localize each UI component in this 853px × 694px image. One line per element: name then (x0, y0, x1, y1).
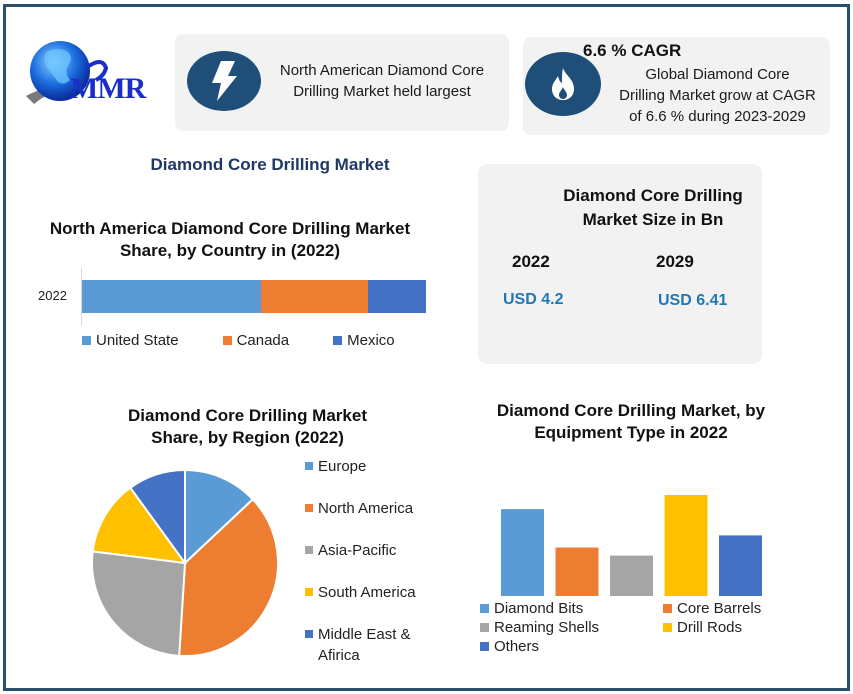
legend-swatch (663, 623, 672, 632)
legend-label-line: Europe (318, 458, 367, 475)
legend-item: Core Barrels (663, 600, 761, 617)
legend-swatch (222, 336, 232, 345)
legend-item: Others (480, 638, 539, 655)
legend-label: Others (494, 638, 540, 655)
legend-label: Mexico (347, 332, 395, 349)
legend-label: Reaming Shells (494, 619, 600, 636)
equipment-bar-chart (501, 495, 762, 596)
legend-swatch (480, 623, 489, 632)
legend-swatch (305, 630, 313, 638)
bar-segment-canada (260, 280, 368, 313)
region-pie-chart (91, 468, 279, 657)
legend-label-line: South America (318, 584, 416, 601)
highlight-line: Drilling Market held largest (293, 83, 471, 100)
bar-others (719, 535, 762, 596)
legend-item: Reaming Shells (480, 619, 599, 636)
legend-label: Asia-Pacific (318, 540, 396, 561)
legend-item: Asia-Pacific (305, 540, 396, 561)
legend-swatch (663, 604, 672, 613)
flame-icon (525, 52, 601, 116)
legend-swatch (305, 462, 313, 470)
legend-swatch (305, 588, 313, 596)
legend-label: Core Barrels (677, 600, 762, 617)
chart-title-line: Equipment Type in 2022 (534, 423, 728, 442)
year-2029: 2029 (656, 252, 694, 271)
bar-reaming-shells (610, 555, 653, 596)
bar-core-barrels (555, 547, 599, 596)
legend-swatch (305, 546, 313, 554)
stacked-bar (82, 280, 426, 313)
legend-item: North America (305, 498, 413, 519)
legend-label: South America (318, 582, 416, 603)
legend-swatch (82, 336, 91, 345)
market-size-card: Diamond Core Drilling Market Size in Bn … (478, 164, 762, 364)
category-label: 2022 (38, 288, 67, 303)
value-2029: USD 6.41 (658, 292, 728, 309)
legend-item: Canada (222, 332, 290, 349)
legend-label: United State (96, 332, 179, 349)
legend-swatch (305, 504, 313, 512)
legend-item: United State (82, 332, 179, 349)
highlight-line: North American Diamond Core (279, 62, 485, 79)
legend-label: Diamond Bits (494, 600, 584, 617)
legend-item: Europe (305, 456, 366, 477)
legend-label: Drill Rods (677, 619, 743, 636)
bar-diamond-bits (501, 509, 544, 596)
legend-swatch (333, 336, 343, 345)
bar-drill-rods (664, 495, 708, 596)
highlight-card-cagr: 6.6 % CAGR Global Diamond Core Drilling … (523, 37, 830, 135)
chart-title-line: Diamond Core Drilling Market, by (496, 401, 766, 420)
country-chart-title: North America Diamond Core Drilling Mark… (30, 218, 430, 262)
legend-item: Middle East & Afirica (305, 624, 411, 666)
chart-title-line: North America Diamond Core Drilling Mark… (49, 219, 411, 238)
value-2022: USD 4.2 (503, 291, 564, 308)
lightning-icon (187, 51, 261, 111)
chart-title-line: Share, by Region (2022) (151, 428, 344, 447)
legend-label-line: Afirica (318, 647, 360, 664)
pie-slice-asia-pacific (91, 550, 187, 657)
bar-segment-united-state (82, 280, 261, 313)
page-title: Diamond Core Drilling Market (150, 155, 390, 174)
market-size-title: Diamond Core Drilling Market Size in Bn (538, 184, 768, 232)
legend-label: Europe (318, 456, 366, 477)
legend-label-line: North America (318, 500, 414, 517)
cagr-title: 6.6 % CAGR (583, 41, 682, 60)
region-chart-title: Diamond Core Drilling Market Share, by R… (90, 405, 405, 449)
legend-swatch (480, 642, 489, 651)
cagr-line: Global Diamond Core (645, 66, 790, 83)
cagr-line: of 6.6 % during 2023-2029 (629, 108, 806, 125)
highlight-text: North American Diamond Core Drilling Mar… (263, 60, 501, 102)
bar-segment-mexico (367, 280, 426, 313)
chart-title-line: Diamond Core Drilling Market (128, 406, 367, 425)
legend-label: Canada (236, 332, 290, 349)
legend-item: Drill Rods (663, 619, 742, 636)
logo-text: MMR (70, 72, 146, 105)
legend-label-line: Asia-Pacific (318, 542, 397, 559)
country-legend: United State Canada Mexico (82, 332, 439, 349)
legend-label: North America (318, 498, 413, 519)
mmr-logo: MMR (24, 38, 159, 113)
year-2022: 2022 (512, 252, 550, 271)
legend-swatch (480, 604, 489, 613)
market-size-title-line: Diamond Core Drilling (563, 186, 743, 205)
cagr-line: Drilling Market grow at CAGR (619, 87, 816, 104)
legend-item: Mexico (333, 332, 395, 349)
cagr-text: Global Diamond Core Drilling Market grow… (605, 64, 830, 127)
legend-item: Diamond Bits (480, 600, 583, 617)
legend-label-line: Middle East & (318, 626, 411, 643)
equipment-chart-title: Diamond Core Drilling Market, by Equipme… (470, 400, 792, 444)
legend-item: South America (305, 582, 416, 603)
legend-label: Middle East & Afirica (318, 624, 411, 666)
market-size-title-line: Market Size in Bn (582, 210, 724, 229)
chart-title-line: Share, by Country in (2022) (119, 241, 341, 260)
highlight-card-region: North American Diamond Core Drilling Mar… (175, 34, 509, 131)
